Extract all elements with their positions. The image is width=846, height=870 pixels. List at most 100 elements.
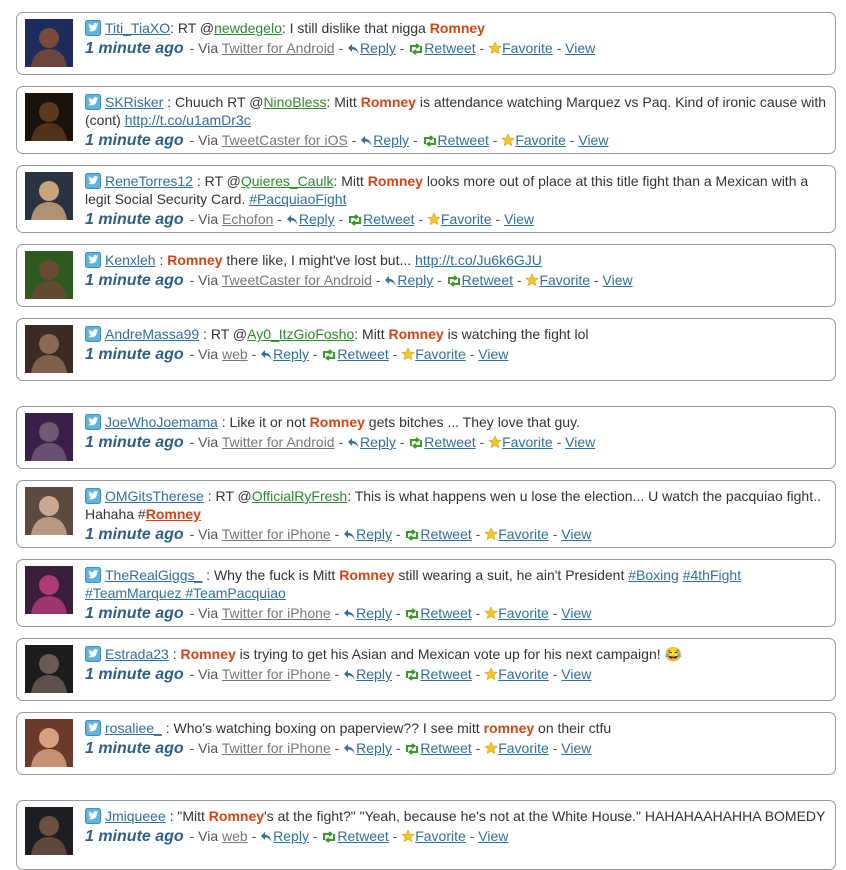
favorite-link[interactable]: Favorite	[498, 740, 549, 756]
reply-link[interactable]: Reply	[273, 828, 309, 844]
source-link[interactable]: TweetCaster for Android	[222, 272, 372, 288]
reply-link[interactable]: Reply	[356, 526, 392, 542]
source-link[interactable]: Twitter for iPhone	[222, 740, 331, 756]
username-link[interactable]: ReneTorres12	[105, 173, 193, 189]
mention-link[interactable]: newdegelo	[214, 20, 282, 36]
avatar[interactable]	[25, 325, 73, 373]
favorite-link[interactable]: Favorite	[502, 40, 553, 56]
tweet-link[interactable]: http://t.co/u1amDr3c	[125, 112, 251, 128]
source-link[interactable]: web	[222, 346, 248, 362]
username-link[interactable]: AndreMassa99	[105, 326, 199, 342]
username-link[interactable]: rosaliee_	[105, 720, 162, 736]
retweet-link[interactable]: Retweet	[420, 666, 471, 682]
reply-link[interactable]: Reply	[356, 740, 392, 756]
source-link[interactable]: web	[222, 828, 248, 844]
reply-link[interactable]: Reply	[360, 40, 396, 56]
view-link[interactable]: View	[603, 272, 633, 288]
hashtag-link[interactable]: #TeamMarquez #TeamPacquiao	[85, 585, 286, 601]
separator: -	[552, 666, 558, 682]
tweet-meta: 1 minute ago - Via Twitter for iPhone - …	[85, 739, 827, 759]
hashtag-link[interactable]: #4thFight	[683, 567, 741, 583]
view-link[interactable]: View	[565, 434, 595, 450]
favorite-link[interactable]: Favorite	[515, 132, 566, 148]
username-link[interactable]: Titi_TiaXO	[105, 20, 170, 36]
favorite-link[interactable]: Favorite	[415, 828, 466, 844]
favorite-link[interactable]: Favorite	[441, 211, 492, 227]
username-link[interactable]: OMGitsTherese	[105, 488, 204, 504]
favorite-link[interactable]: Favorite	[498, 605, 549, 621]
reply-link[interactable]: Reply	[356, 605, 392, 621]
separator: -	[412, 132, 418, 148]
avatar[interactable]	[25, 19, 73, 67]
view-link[interactable]: View	[561, 666, 591, 682]
tweet-link[interactable]: #PacquiaoFight	[249, 191, 346, 207]
retweet-link[interactable]: Retweet	[337, 346, 388, 362]
retweet-link[interactable]: Retweet	[363, 211, 414, 227]
avatar[interactable]	[25, 719, 73, 767]
tweet-text-part: : RT @	[192, 173, 241, 189]
mention-link[interactable]: Quieres_Caulk	[241, 173, 334, 189]
username-link[interactable]: Kenxleh	[105, 252, 156, 268]
retweet-link[interactable]: Retweet	[420, 526, 471, 542]
view-link[interactable]: View	[478, 828, 508, 844]
username-link[interactable]: TheRealGiggs_	[105, 567, 202, 583]
avatar[interactable]	[25, 807, 73, 855]
tweet-link[interactable]: #Boxing	[628, 567, 679, 583]
retweet-link[interactable]: Retweet	[420, 740, 471, 756]
view-link[interactable]: View	[504, 211, 534, 227]
separator: -	[418, 211, 424, 227]
source-link[interactable]: Twitter for Android	[222, 40, 335, 56]
username-link[interactable]: SKRisker	[105, 94, 163, 110]
star-icon	[484, 667, 498, 685]
view-link[interactable]: View	[561, 740, 591, 756]
mention-link[interactable]: OfficialRyFresh	[252, 488, 347, 504]
source-link[interactable]: Twitter for iPhone	[222, 605, 331, 621]
tweet-content: Titi_TiaXO: RT @newdegelo: I still disli…	[85, 19, 827, 59]
retweet-link[interactable]: Retweet	[462, 272, 513, 288]
separator: -	[516, 272, 522, 288]
avatar[interactable]	[25, 413, 73, 461]
username-link[interactable]: Jmiqueee	[105, 808, 166, 824]
username-link[interactable]: JoeWhoJoemama	[105, 414, 218, 430]
avatar[interactable]	[25, 172, 73, 220]
separator: -	[437, 272, 442, 288]
retweet-link[interactable]: Retweet	[424, 40, 475, 56]
favorite-link[interactable]: Favorite	[539, 272, 590, 288]
favorite-link[interactable]: Favorite	[502, 434, 553, 450]
view-link[interactable]: View	[478, 346, 508, 362]
reply-link[interactable]: Reply	[356, 666, 392, 682]
view-link[interactable]: View	[561, 526, 591, 542]
source-link[interactable]: Twitter for Android	[222, 434, 335, 450]
reply-link[interactable]: Reply	[273, 346, 309, 362]
retweet-link[interactable]: Retweet	[424, 434, 475, 450]
retweet-link[interactable]: Retweet	[438, 132, 489, 148]
source-link[interactable]: Echofon	[222, 211, 273, 227]
reply-link[interactable]: Reply	[299, 211, 335, 227]
avatar[interactable]	[25, 251, 73, 299]
view-link[interactable]: View	[578, 132, 608, 148]
username-link[interactable]: Estrada23	[105, 646, 169, 662]
source-link[interactable]: Twitter for iPhone	[222, 666, 331, 682]
avatar[interactable]	[25, 566, 73, 614]
avatar[interactable]	[25, 487, 73, 535]
avatar[interactable]	[25, 645, 73, 693]
reply-link[interactable]: Reply	[397, 272, 433, 288]
view-link[interactable]: View	[565, 40, 595, 56]
tweet-card: Titi_TiaXO: RT @newdegelo: I still disli…	[16, 12, 836, 75]
mention-link[interactable]: NinoBless	[263, 94, 326, 110]
tweet-link[interactable]: http://t.co/Ju6k6GJU	[415, 252, 542, 268]
mention-link[interactable]: Ay0_ItzGioFosho	[247, 326, 354, 342]
source-link[interactable]: TweetCaster for iOS	[222, 132, 348, 148]
favorite-link[interactable]: Favorite	[415, 346, 466, 362]
tweet-card: ReneTorres12 : RT @Quieres_Caulk: Mitt R…	[16, 165, 836, 233]
retweet-link[interactable]: Retweet	[337, 828, 388, 844]
favorite-link[interactable]: Favorite	[498, 526, 549, 542]
favorite-link[interactable]: Favorite	[498, 666, 549, 682]
retweet-link[interactable]: Retweet	[420, 605, 471, 621]
separator: -	[312, 828, 318, 844]
avatar[interactable]	[25, 93, 73, 141]
reply-link[interactable]: Reply	[360, 434, 396, 450]
reply-link[interactable]: Reply	[373, 132, 409, 148]
source-link[interactable]: Twitter for iPhone	[222, 526, 331, 542]
view-link[interactable]: View	[561, 605, 591, 621]
